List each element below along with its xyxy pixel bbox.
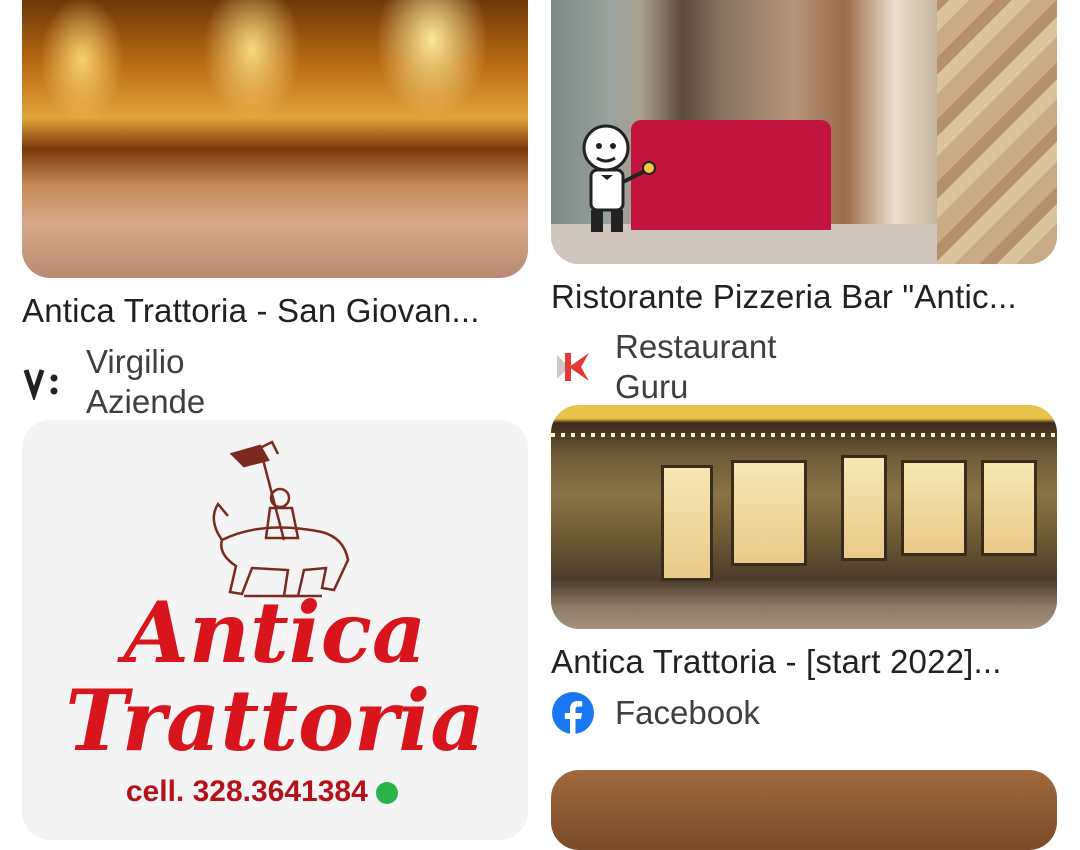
result-title[interactable]: Antica Trattoria - [start 2022]... bbox=[551, 642, 1051, 682]
result-title[interactable]: Ristorante Pizzeria Bar "Antic... bbox=[551, 277, 1051, 317]
whatsapp-icon bbox=[376, 782, 399, 805]
source-name: Facebook bbox=[615, 694, 760, 731]
result-thumbnail[interactable] bbox=[551, 0, 1057, 264]
result-title[interactable]: Antica Trattoria - San Giovan... bbox=[22, 291, 522, 331]
result-thumbnail[interactable] bbox=[551, 770, 1057, 850]
logo-line-1: Antica bbox=[123, 583, 427, 682]
result-source: Virgilio Aziende bbox=[22, 342, 205, 422]
result-thumbnail[interactable] bbox=[551, 405, 1057, 629]
source-name: Restaurant Guru bbox=[615, 328, 777, 405]
result-source: Facebook bbox=[551, 692, 760, 735]
restaurant-guru-logo-icon bbox=[551, 347, 595, 387]
result-source: Restaurant Guru bbox=[551, 327, 776, 407]
chef-mascot-icon bbox=[582, 124, 656, 232]
result-thumbnail[interactable]: Antica Trattoria cell. 328.3641384 bbox=[22, 420, 528, 840]
source-name: Virgilio Aziende bbox=[86, 343, 206, 420]
logo-line-2: Trattoria bbox=[65, 671, 485, 770]
logo-phone: cell. 328.3641384 bbox=[22, 775, 502, 809]
facebook-logo-icon bbox=[551, 692, 595, 735]
virgilio-logo-icon bbox=[22, 362, 66, 402]
result-thumbnail[interactable] bbox=[22, 0, 528, 278]
